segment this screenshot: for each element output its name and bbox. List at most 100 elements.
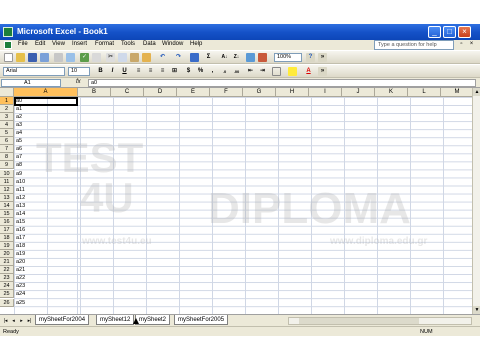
help-icon[interactable]: ? — [306, 53, 315, 62]
menu-file[interactable]: File — [18, 41, 28, 47]
cell-a10[interactable]: a9 — [16, 170, 22, 178]
underline-icon[interactable]: U — [120, 67, 129, 76]
sheet-tab-mysheetfor2004[interactable]: mySheetFor2004 — [35, 315, 90, 325]
cell-a14[interactable]: a13 — [16, 202, 25, 210]
row-header-12[interactable]: 12 — [0, 185, 14, 194]
row-header-2[interactable]: 2 — [0, 105, 14, 114]
next-sheet-arrow-icon[interactable]: ▸ — [18, 317, 25, 325]
row-header-13[interactable]: 13 — [0, 193, 14, 202]
cell-a26[interactable]: a25 — [16, 299, 25, 307]
font-name-select[interactable]: Arial — [3, 67, 65, 76]
percent-icon[interactable]: % — [196, 67, 205, 76]
column-header-f[interactable]: F — [210, 88, 243, 97]
row-header-8[interactable]: 8 — [0, 153, 14, 162]
font-size-select[interactable]: 10 — [68, 67, 90, 76]
column-header-g[interactable]: G — [243, 88, 276, 97]
row-header-5[interactable]: 5 — [0, 129, 14, 138]
scroll-down-arrow-icon[interactable]: ▼ — [473, 306, 480, 314]
align-center-icon[interactable]: ≡ — [146, 67, 155, 76]
row-header-26[interactable]: 26 — [0, 298, 14, 307]
menu-window[interactable]: Window — [162, 41, 183, 47]
row-header-11[interactable]: 11 — [0, 177, 14, 186]
cell-a9[interactable]: a8 — [16, 161, 22, 169]
row-header-17[interactable]: 17 — [0, 225, 14, 234]
cell-a23[interactable]: a22 — [16, 274, 25, 282]
sort-ascending-icon[interactable]: A↓ — [220, 53, 229, 62]
row-header-19[interactable]: 19 — [0, 242, 14, 251]
currency-icon[interactable]: $ — [184, 67, 193, 76]
fill-color-icon[interactable] — [288, 67, 297, 76]
cell-a25[interactable]: a24 — [16, 290, 25, 298]
minimize-button[interactable]: _ — [428, 26, 441, 38]
format-painter-icon[interactable] — [142, 53, 151, 62]
row-header-7[interactable]: 7 — [0, 145, 14, 154]
cell-a16[interactable]: a15 — [16, 218, 25, 226]
cell-a6[interactable]: a5 — [16, 137, 22, 145]
formatting-options-icon[interactable]: » — [318, 67, 327, 76]
research-icon[interactable] — [92, 53, 101, 62]
decrease-indent-icon[interactable]: ⇤ — [246, 67, 255, 76]
column-header-i[interactable]: I — [309, 88, 342, 97]
new-icon[interactable] — [4, 53, 13, 62]
redo-icon[interactable]: ↷ — [174, 53, 183, 62]
scroll-up-arrow-icon[interactable]: ▲ — [473, 88, 480, 96]
column-header-a[interactable]: A — [14, 88, 78, 97]
cell-a8[interactable]: a7 — [16, 153, 22, 161]
spelling-icon[interactable]: ✓ — [80, 53, 89, 62]
row-header-22[interactable]: 22 — [0, 266, 14, 275]
copy-icon[interactable] — [118, 53, 127, 62]
worksheet-grid[interactable]: TEST 4U DIPLOMA www.test4u.eu www.diplom… — [0, 88, 472, 314]
column-header-j[interactable]: J — [342, 88, 375, 97]
column-header-k[interactable]: K — [375, 88, 408, 97]
menu-help[interactable]: Help — [190, 41, 202, 47]
insert-function-icon[interactable]: fx — [76, 79, 81, 85]
active-cell-a1[interactable] — [14, 97, 78, 106]
column-header-b[interactable]: B — [78, 88, 111, 97]
print-icon[interactable] — [54, 53, 63, 62]
cell-a19[interactable]: a18 — [16, 242, 25, 250]
workbook-icon[interactable] — [4, 41, 12, 49]
row-header-23[interactable]: 23 — [0, 274, 14, 283]
comma-style-icon[interactable]: , — [208, 67, 217, 76]
zoom-select[interactable]: 100% — [274, 53, 302, 62]
menu-data[interactable]: Data — [143, 41, 156, 47]
undo-icon[interactable]: ↶ — [158, 53, 167, 62]
borders-icon[interactable] — [272, 67, 281, 76]
horizontal-scrollbar[interactable] — [288, 317, 472, 325]
row-header-6[interactable]: 6 — [0, 137, 14, 146]
row-header-9[interactable]: 9 — [0, 161, 14, 170]
menu-tools[interactable]: Tools — [121, 41, 135, 47]
row-header-20[interactable]: 20 — [0, 250, 14, 259]
select-all-button[interactable] — [0, 88, 14, 97]
toolbar-options-icon[interactable]: » — [318, 53, 327, 62]
align-left-icon[interactable]: ≡ — [134, 67, 143, 76]
cell-a12[interactable]: a11 — [16, 186, 25, 194]
formula-input[interactable]: a0 — [88, 79, 476, 87]
font-color-icon[interactable]: A — [304, 67, 313, 76]
row-header-10[interactable]: 10 — [0, 169, 14, 178]
menu-view[interactable]: View — [52, 41, 65, 47]
vertical-scrollbar[interactable]: ▲ ▼ — [472, 88, 480, 314]
merge-center-icon[interactable]: ⊞ — [170, 67, 179, 76]
row-header-21[interactable]: 21 — [0, 258, 14, 267]
menu-insert[interactable]: Insert — [72, 41, 87, 47]
column-header-h[interactable]: H — [276, 88, 309, 97]
column-header-d[interactable]: D — [144, 88, 177, 97]
row-header-15[interactable]: 15 — [0, 209, 14, 218]
excel-icon[interactable] — [3, 27, 13, 37]
cell-a21[interactable]: a20 — [16, 258, 25, 266]
row-header-4[interactable]: 4 — [0, 121, 14, 130]
sort-descending-icon[interactable]: Z↓ — [232, 53, 241, 62]
save-icon[interactable] — [28, 53, 37, 62]
column-header-m[interactable]: M — [441, 88, 472, 97]
row-header-16[interactable]: 16 — [0, 217, 14, 226]
cell-a17[interactable]: a16 — [16, 226, 25, 234]
row-header-1[interactable]: 1 — [0, 97, 14, 105]
permission-icon[interactable] — [40, 53, 49, 62]
help-search-input[interactable]: Type a question for help — [374, 40, 454, 50]
sheet-tab-mysheet2[interactable]: mySheet2 — [135, 315, 171, 325]
italic-icon[interactable]: I — [108, 67, 117, 76]
cell-a11[interactable]: a10 — [16, 178, 25, 186]
last-sheet-arrow-icon[interactable]: ▸| — [26, 317, 33, 325]
autosum-icon[interactable]: Σ — [204, 53, 213, 62]
